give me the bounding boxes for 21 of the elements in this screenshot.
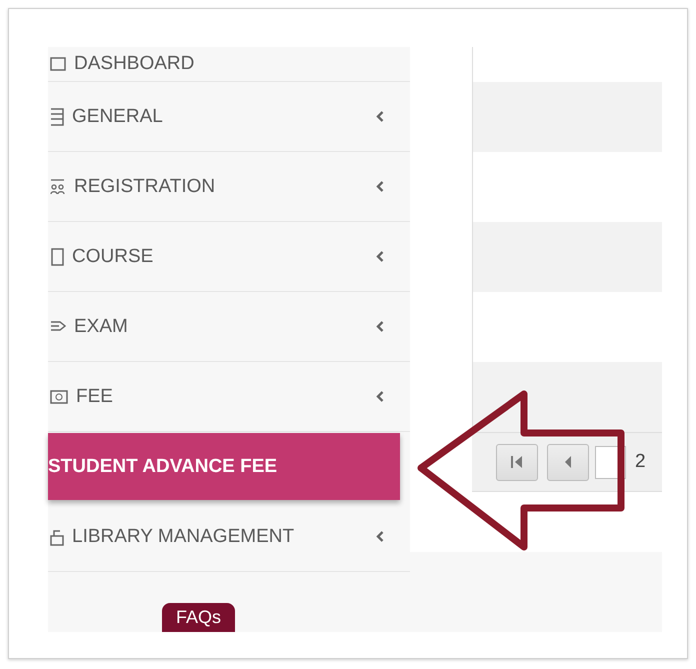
first-page-icon xyxy=(511,455,523,469)
graduation-cap-icon xyxy=(50,320,66,334)
sidebar-item[interactable]: LIBRARY MANAGEMENT xyxy=(48,502,410,572)
people-icon xyxy=(50,178,66,194)
sidebar-item[interactable]: REGISTRATION xyxy=(48,152,410,222)
sidebar-item[interactable]: FEE xyxy=(48,362,410,432)
sidebar-item[interactable]: STUDENT ADVANCE FEE xyxy=(48,433,400,500)
dashboard-icon xyxy=(50,57,66,71)
first-page-button[interactable] xyxy=(496,444,538,480)
money-icon xyxy=(50,390,68,404)
list-icon xyxy=(50,108,64,126)
lock-icon xyxy=(50,528,64,546)
sidebar-item[interactable]: DASHBOARD xyxy=(48,47,410,82)
faqs-button[interactable]: FAQs xyxy=(162,603,236,632)
sidebar-item[interactable]: COURSE xyxy=(48,222,410,292)
sidebar-item[interactable]: GENERAL xyxy=(48,82,410,152)
sidebar-item[interactable]: EXAM xyxy=(48,292,410,362)
book-icon xyxy=(50,248,64,266)
page-count: 2 xyxy=(635,451,646,473)
previous-page-icon xyxy=(564,456,572,468)
previous-page-button[interactable] xyxy=(547,444,589,480)
